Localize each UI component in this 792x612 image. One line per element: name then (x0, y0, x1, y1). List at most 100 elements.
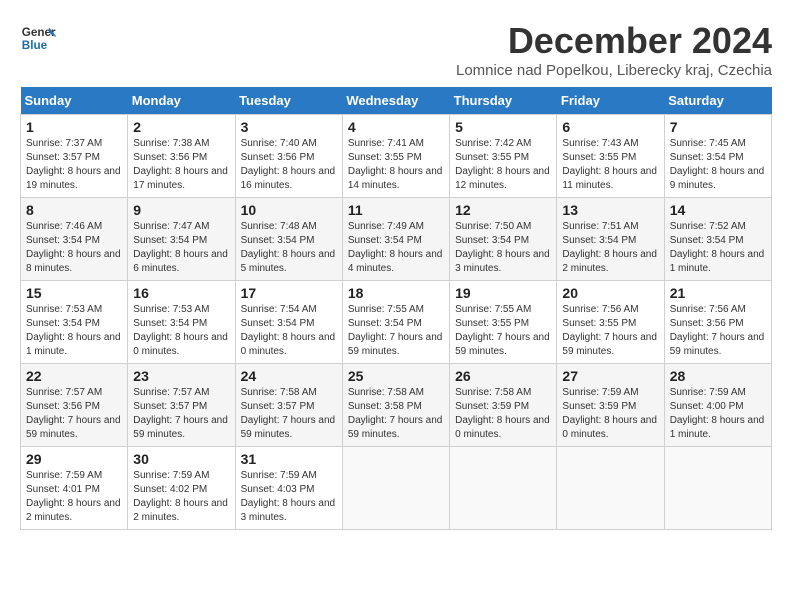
day-info: Sunrise: 7:58 AMSunset: 3:59 PMDaylight:… (455, 386, 551, 442)
day-number: 17 (241, 285, 337, 301)
day-number: 9 (133, 202, 229, 218)
day-number: 3 (241, 119, 337, 135)
day-number: 29 (26, 451, 122, 467)
day-info: Sunrise: 7:53 AMSunset: 3:54 PMDaylight:… (133, 303, 229, 359)
table-row: 6 Sunrise: 7:43 AMSunset: 3:55 PMDaylight… (557, 115, 664, 198)
day-number: 6 (562, 119, 658, 135)
table-row: 22 Sunrise: 7:57 AMSunset: 3:56 PMDayligh… (21, 364, 128, 447)
day-number: 2 (133, 119, 229, 135)
day-info: Sunrise: 7:40 AMSunset: 3:56 PMDaylight:… (241, 137, 337, 193)
table-row: 16 Sunrise: 7:53 AMSunset: 3:54 PMDayligh… (128, 281, 235, 364)
calendar-header-row: Sunday Monday Tuesday Wednesday Thursday… (21, 87, 772, 115)
table-row: 17Sunrise: 7:54 AMSunset: 3:54 PMDayligh… (235, 281, 342, 364)
col-wednesday: Wednesday (342, 87, 449, 115)
col-friday: Friday (557, 87, 664, 115)
table-row: 31Sunrise: 7:59 AMSunset: 4:03 PMDayligh… (235, 447, 342, 530)
table-row (557, 447, 664, 530)
day-number: 27 (562, 368, 658, 384)
table-row: 7Sunrise: 7:45 AMSunset: 3:54 PMDaylight… (664, 115, 771, 198)
table-row: 11 Sunrise: 7:49 AMSunset: 3:54 PMDayligh… (342, 198, 449, 281)
table-row: 21 Sunrise: 7:56 AMSunset: 3:56 PMDayligh… (664, 281, 771, 364)
table-row: 8 Sunrise: 7:46 AMSunset: 3:54 PMDaylight… (21, 198, 128, 281)
calendar-week-row: 29 Sunrise: 7:59 AMSunset: 4:01 PMDayligh… (21, 447, 772, 530)
day-number: 12 (455, 202, 551, 218)
day-info: Sunrise: 7:58 AMSunset: 3:57 PMDaylight:… (241, 386, 337, 442)
col-tuesday: Tuesday (235, 87, 342, 115)
day-number: 8 (26, 202, 122, 218)
table-row: 23Sunrise: 7:57 AMSunset: 3:57 PMDayligh… (128, 364, 235, 447)
day-number: 22 (26, 368, 122, 384)
day-info: Sunrise: 7:56 AMSunset: 3:55 PMDaylight:… (562, 303, 658, 359)
table-row: 19 Sunrise: 7:55 AMSunset: 3:55 PMDayligh… (450, 281, 557, 364)
day-info: Sunrise: 7:57 AMSunset: 3:56 PMDaylight:… (26, 386, 122, 442)
col-thursday: Thursday (450, 87, 557, 115)
table-row: 27 Sunrise: 7:59 AMSunset: 3:59 PMDayligh… (557, 364, 664, 447)
day-number: 5 (455, 119, 551, 135)
table-row: 18Sunrise: 7:55 AMSunset: 3:54 PMDayligh… (342, 281, 449, 364)
table-row: 24 Sunrise: 7:58 AMSunset: 3:57 PMDayligh… (235, 364, 342, 447)
table-row: 4Sunrise: 7:41 AMSunset: 3:55 PMDaylight… (342, 115, 449, 198)
table-row: 30Sunrise: 7:59 AMSunset: 4:02 PMDayligh… (128, 447, 235, 530)
day-number: 30 (133, 451, 229, 467)
table-row: 2 Sunrise: 7:38 AMSunset: 3:56 PMDaylight… (128, 115, 235, 198)
table-row: 3 Sunrise: 7:40 AMSunset: 3:56 PMDaylight… (235, 115, 342, 198)
day-number: 25 (348, 368, 444, 384)
location: Lomnice nad Popelkou, Liberecky kraj, Cz… (456, 62, 772, 79)
table-row: 29 Sunrise: 7:59 AMSunset: 4:01 PMDayligh… (21, 447, 128, 530)
day-number: 16 (133, 285, 229, 301)
title-section: December 2024 Lomnice nad Popelkou, Libe… (456, 20, 772, 79)
calendar-week-row: 15 Sunrise: 7:53 AMSunset: 3:54 PMDayligh… (21, 281, 772, 364)
day-number: 24 (241, 368, 337, 384)
table-row: 10 Sunrise: 7:48 AMSunset: 3:54 PMDayligh… (235, 198, 342, 281)
day-number: 28 (670, 368, 766, 384)
day-info: Sunrise: 7:57 AMSunset: 3:57 PMDaylight:… (133, 386, 229, 442)
col-monday: Monday (128, 87, 235, 115)
day-info: Sunrise: 7:59 AMSunset: 3:59 PMDaylight:… (562, 386, 658, 442)
table-row: 9 Sunrise: 7:47 AMSunset: 3:54 PMDaylight… (128, 198, 235, 281)
day-info: Sunrise: 7:59 AMSunset: 4:00 PMDaylight:… (670, 386, 766, 442)
table-row (450, 447, 557, 530)
day-number: 21 (670, 285, 766, 301)
day-number: 11 (348, 202, 444, 218)
day-info: Sunrise: 7:46 AMSunset: 3:54 PMDaylight:… (26, 220, 122, 276)
day-number: 31 (241, 451, 337, 467)
col-sunday: Sunday (21, 87, 128, 115)
day-info: Sunrise: 7:37 AMSunset: 3:57 PMDaylight:… (26, 137, 122, 193)
table-row: 5Sunrise: 7:42 AMSunset: 3:55 PMDaylight… (450, 115, 557, 198)
day-number: 15 (26, 285, 122, 301)
day-number: 18 (348, 285, 444, 301)
table-row (342, 447, 449, 530)
table-row (664, 447, 771, 530)
day-info: Sunrise: 7:48 AMSunset: 3:54 PMDaylight:… (241, 220, 337, 276)
table-row: 26 Sunrise: 7:58 AMSunset: 3:59 PMDayligh… (450, 364, 557, 447)
table-row: 13 Sunrise: 7:51 AMSunset: 3:54 PMDayligh… (557, 198, 664, 281)
day-info: Sunrise: 7:56 AMSunset: 3:56 PMDaylight:… (670, 303, 766, 359)
table-row: 1 Sunrise: 7:37 AMSunset: 3:57 PMDaylight… (21, 115, 128, 198)
logo-icon: General Blue (20, 20, 56, 56)
col-saturday: Saturday (664, 87, 771, 115)
day-info: Sunrise: 7:59 AMSunset: 4:01 PMDaylight:… (26, 469, 122, 525)
table-row: 25 Sunrise: 7:58 AMSunset: 3:58 PMDayligh… (342, 364, 449, 447)
day-number: 26 (455, 368, 551, 384)
day-number: 13 (562, 202, 658, 218)
table-row: 12 Sunrise: 7:50 AMSunset: 3:54 PMDayligh… (450, 198, 557, 281)
day-number: 19 (455, 285, 551, 301)
day-number: 4 (348, 119, 444, 135)
day-info: Sunrise: 7:52 AMSunset: 3:54 PMDaylight:… (670, 220, 766, 276)
day-info: Sunrise: 7:58 AMSunset: 3:58 PMDaylight:… (348, 386, 444, 442)
day-number: 10 (241, 202, 337, 218)
day-number: 20 (562, 285, 658, 301)
calendar-week-row: 22 Sunrise: 7:57 AMSunset: 3:56 PMDayligh… (21, 364, 772, 447)
day-info: Sunrise: 7:49 AMSunset: 3:54 PMDaylight:… (348, 220, 444, 276)
day-info: Sunrise: 7:53 AMSunset: 3:54 PMDaylight:… (26, 303, 122, 359)
day-info: Sunrise: 7:45 AMSunset: 3:54 PMDaylight:… (670, 137, 766, 193)
day-number: 1 (26, 119, 122, 135)
day-info: Sunrise: 7:51 AMSunset: 3:54 PMDaylight:… (562, 220, 658, 276)
day-info: Sunrise: 7:50 AMSunset: 3:54 PMDaylight:… (455, 220, 551, 276)
day-info: Sunrise: 7:38 AMSunset: 3:56 PMDaylight:… (133, 137, 229, 193)
logo: General Blue (20, 20, 56, 56)
day-info: Sunrise: 7:55 AMSunset: 3:55 PMDaylight:… (455, 303, 551, 359)
table-row: 20 Sunrise: 7:56 AMSunset: 3:55 PMDayligh… (557, 281, 664, 364)
day-info: Sunrise: 7:43 AMSunset: 3:55 PMDaylight:… (562, 137, 658, 193)
day-info: Sunrise: 7:47 AMSunset: 3:54 PMDaylight:… (133, 220, 229, 276)
